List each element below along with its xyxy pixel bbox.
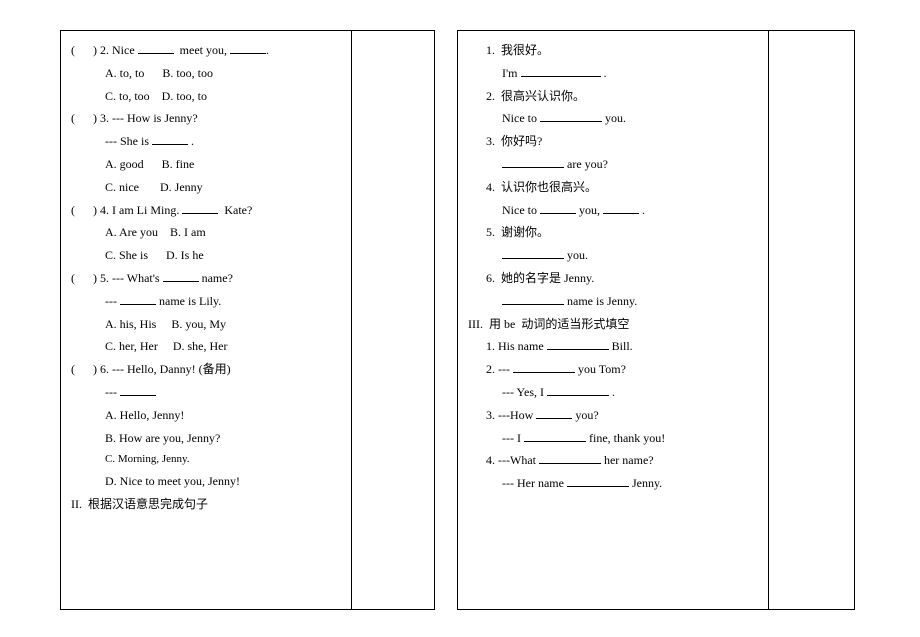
b3-q: 3. ---How you? — [468, 404, 762, 427]
q3-opts-cd: C. nice D. Jenny — [71, 176, 345, 199]
q4-opts-cd: C. She is D. Is he — [71, 244, 345, 267]
q5-opts-ab: A. his, His B. you, My — [71, 313, 345, 336]
section-III-heading: III. 用 be 动词的适当形式填空 — [468, 313, 762, 336]
q6-optB: B. How are you, Jenny? — [71, 427, 345, 450]
q6-resp: --- — [71, 381, 345, 404]
left-side-col — [351, 31, 434, 609]
q2-stem: ( ) 2. Nice meet you, . — [71, 39, 345, 62]
q6-optA: A. Hello, Jenny! — [71, 404, 345, 427]
s6-zh: 6. 她的名字是 Jenny. — [468, 267, 762, 290]
q2-opts-ab: A. to, to B. too, too — [71, 62, 345, 85]
page: ( ) 2. Nice meet you, . A. to, to B. too… — [0, 0, 920, 620]
q3-stem: ( ) 3. --- How is Jenny? — [71, 107, 345, 130]
q4-opts-ab: A. Are you B. I am — [71, 221, 345, 244]
b1: 1. His name Bill. — [468, 335, 762, 358]
s1-en: I'm . — [468, 62, 762, 85]
b4-q: 4. ---What her name? — [468, 449, 762, 472]
q3-resp: --- She is . — [71, 130, 345, 153]
q6-optD: D. Nice to meet you, Jenny! — [71, 470, 345, 493]
q5-resp: --- name is Lily. — [71, 290, 345, 313]
q4-stem: ( ) 4. I am Li Ming. Kate? — [71, 199, 345, 222]
s1-zh: 1. 我很好。 — [468, 39, 762, 62]
q6-optC: C. Morning, Jenny. — [71, 449, 345, 470]
s5-zh: 5. 谢谢你。 — [468, 221, 762, 244]
s3-en: are you? — [468, 153, 762, 176]
q3-opts-ab: A. good B. fine — [71, 153, 345, 176]
s4-zh: 4. 认识你也很高兴。 — [468, 176, 762, 199]
s3-zh: 3. 你好吗? — [468, 130, 762, 153]
right-side-col — [768, 31, 854, 609]
b2-a: --- Yes, I . — [468, 381, 762, 404]
b4-a: --- Her name Jenny. — [468, 472, 762, 495]
left-panel: ( ) 2. Nice meet you, . A. to, to B. too… — [60, 30, 435, 610]
q5-opts-cd: C. her, Her D. she, Her — [71, 335, 345, 358]
s2-zh: 2. 很高兴认识你。 — [468, 85, 762, 108]
left-content: ( ) 2. Nice meet you, . A. to, to B. too… — [61, 31, 351, 609]
s2-en: Nice to you. — [468, 107, 762, 130]
s5-en: you. — [468, 244, 762, 267]
q2-opts-cd: C. to, too D. too, to — [71, 85, 345, 108]
q6-stem: ( ) 6. --- Hello, Danny! (备用) — [71, 358, 345, 381]
right-panel: 1. 我很好。 I'm . 2. 很高兴认识你。 Nice to you. 3.… — [457, 30, 855, 610]
right-content: 1. 我很好。 I'm . 2. 很高兴认识你。 Nice to you. 3.… — [458, 31, 768, 609]
s6-en: name is Jenny. — [468, 290, 762, 313]
b3-a: --- I fine, thank you! — [468, 427, 762, 450]
b2-q: 2. --- you Tom? — [468, 358, 762, 381]
q5-stem: ( ) 5. --- What's name? — [71, 267, 345, 290]
section-II-heading: II. 根据汉语意思完成句子 — [71, 493, 345, 516]
s4-en: Nice to you, . — [468, 199, 762, 222]
